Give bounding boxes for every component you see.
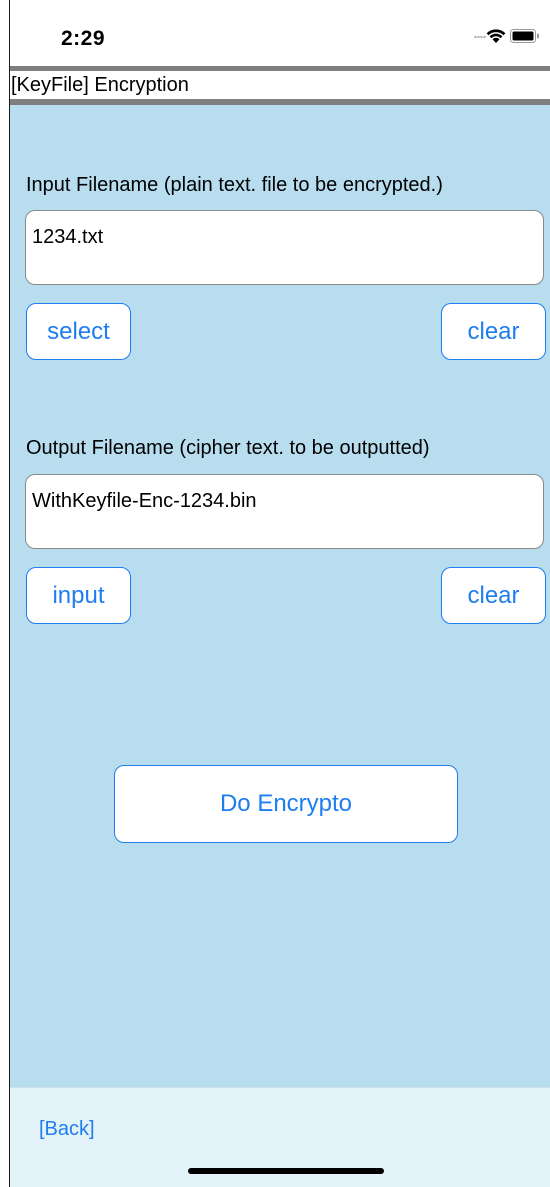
battery-icon [510,29,539,43]
status-time: 2:29 [61,27,106,50]
back-link[interactable]: [Back] [39,1118,95,1141]
home-indicator [188,1168,384,1174]
wifi-icon [486,29,506,43]
output-filename-label: Output Filename (cipher text. to be outp… [26,437,430,459]
status-bar: 2:29 [10,0,550,66]
do-encrypt-button[interactable]: Do Encrypto [114,765,458,843]
input-filename-label: Input Filename (plain text. file to be e… [26,174,443,196]
output-clear-button[interactable]: clear [441,567,546,624]
page-title: [KeyFile] Encryption [11,74,189,96]
output-filename-field[interactable]: WithKeyfile-Enc-1234.bin [25,474,544,549]
input-filename-field[interactable]: 1234.txt [25,210,544,285]
app-screen: 2:29 [KeyFile] Encryption Input Filename… [0,0,550,1187]
input-button[interactable]: input [26,567,131,624]
footer-toolbar: [Back] [10,1087,550,1187]
main-content: Input Filename (plain text. file to be e… [10,105,550,1087]
select-button[interactable]: select [26,303,131,360]
header: [KeyFile] Encryption [10,71,550,99]
input-clear-button[interactable]: clear [441,303,546,360]
